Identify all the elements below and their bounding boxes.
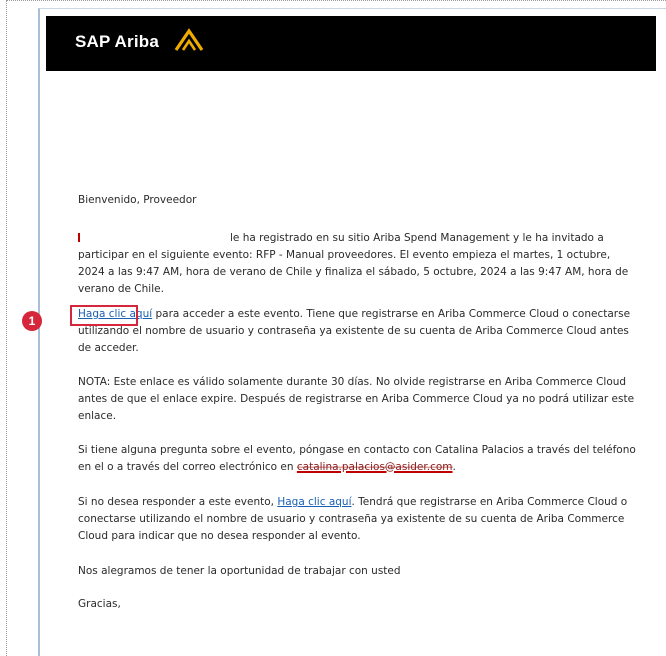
- step-number-badge: 1: [22, 311, 42, 331]
- thanks-text: Gracias,: [78, 598, 121, 610]
- decline-paragraph: Si no desea responder a este evento, Hag…: [78, 494, 638, 545]
- link-highlight-box: [70, 305, 138, 326]
- email-header: SAP Ariba: [46, 16, 656, 71]
- contact-text-end: .: [452, 461, 456, 473]
- decline-event-link[interactable]: Haga clic aquí: [277, 496, 351, 508]
- ariba-chevron-logo-icon: [174, 28, 204, 51]
- invite-paragraph: le ha registrado en su sitio Ariba Spend…: [78, 230, 638, 298]
- contact-paragraph: Si tiene alguna pregunta sobre el evento…: [78, 442, 638, 476]
- redacted-name-marker: [78, 233, 80, 242]
- brand-name: SAP Ariba: [75, 32, 159, 51]
- access-text: para acceder a este evento. Tiene que re…: [78, 308, 631, 354]
- note-paragraph: NOTA: Este enlace es válido solamente du…: [78, 376, 635, 422]
- closing-text: Nos alegramos de tener la oportunidad de…: [78, 565, 401, 577]
- contact-email-link[interactable]: catalina.palacios@asider.com: [296, 461, 453, 473]
- invite-text: le ha registrado en su sitio Ariba Spend…: [78, 232, 629, 295]
- greeting-text: Bienvenido, Proveedor: [78, 194, 197, 206]
- decline-text: Si no desea responder a este evento,: [78, 496, 278, 508]
- access-paragraph: Haga clic aquí para acceder a este event…: [78, 306, 638, 357]
